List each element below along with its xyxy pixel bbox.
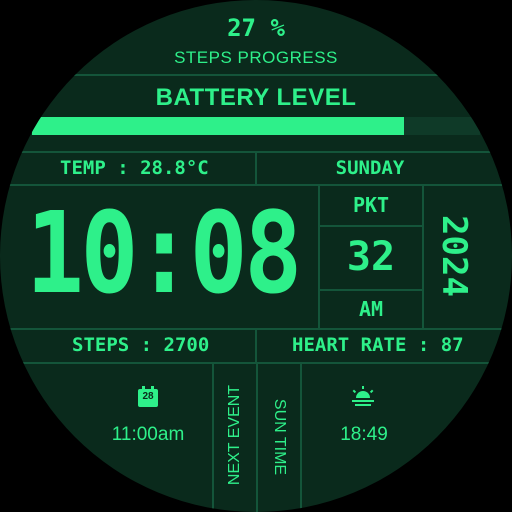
sun-time-label-container: SUN TIME — [258, 362, 300, 512]
divider-tz — [320, 225, 422, 227]
sun-time-label: SUN TIME — [271, 398, 288, 476]
calendar-icon: 28 — [137, 386, 159, 408]
calendar-date: 28 — [142, 391, 154, 402]
heart-rate-label: HEART RATE : 87 — [292, 334, 464, 356]
battery-label: BATTERY LEVEL — [155, 84, 357, 111]
temperature-label: TEMP : 28.8°C — [60, 157, 209, 179]
sunset-icon — [350, 386, 376, 408]
divider-temp-day — [255, 151, 257, 184]
year-value: 2024 — [434, 215, 474, 297]
divider-top — [40, 74, 472, 76]
seconds-value: 32 — [346, 234, 396, 280]
steps-label: STEPS : 2700 — [72, 334, 210, 356]
divider-event-right — [300, 362, 302, 512]
main-time: 10:08 — [26, 189, 302, 319]
sun-time-value: 18:49 — [340, 424, 388, 445]
day-label: SUNDAY — [335, 157, 405, 179]
year-container: 2024 — [424, 184, 484, 328]
timezone-label: PKT — [352, 193, 390, 217]
watch-face: 27 % STEPS PROGRESS BATTERY LEVEL TEMP :… — [0, 0, 512, 512]
battery-bar-fill — [32, 117, 404, 135]
battery-bar-track — [32, 117, 480, 135]
steps-progress-value: 27 % — [227, 14, 285, 42]
next-event-label-container: NEXT EVENT — [214, 362, 256, 512]
steps-progress-label: STEPS PROGRESS — [174, 48, 338, 67]
ampm-label: AM — [358, 297, 384, 321]
divider-steps-heart — [255, 328, 257, 362]
divider-seconds — [320, 289, 422, 291]
next-event-label: NEXT EVENT — [226, 384, 243, 486]
next-event-time: 11:00am — [111, 424, 185, 445]
